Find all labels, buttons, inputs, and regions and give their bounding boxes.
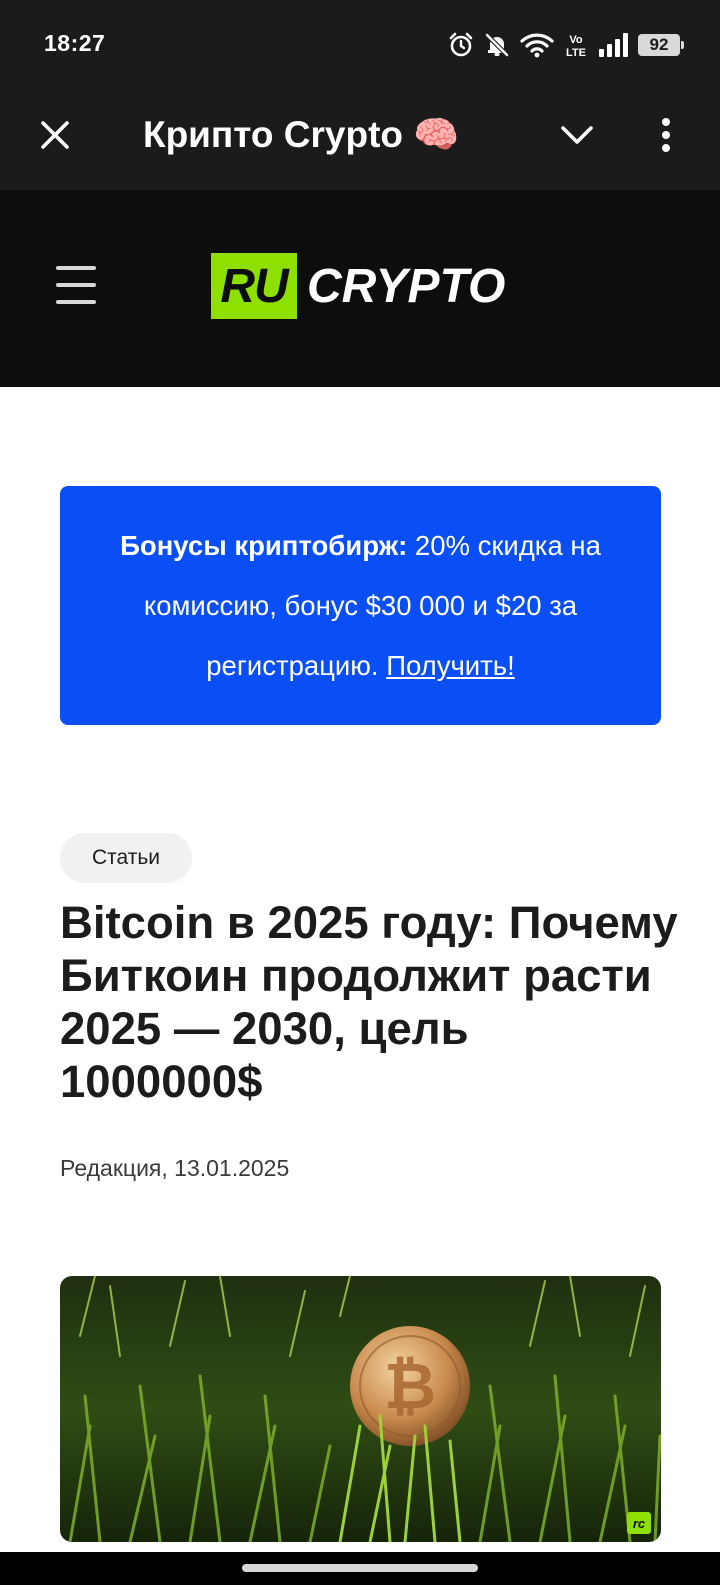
svg-text:₿: ₿ [384,1350,436,1422]
close-icon [41,121,69,149]
article-meta: Редакция, 13.01.2025 [60,1155,290,1181]
volte-icon: Vo LTE [566,34,586,59]
rc-badge: rc [627,1512,651,1534]
custom-tab-toolbar: Крипто Crypto 🧠 [0,90,720,190]
system-nav-bar [0,1552,720,1585]
home-indicator[interactable] [242,1564,478,1572]
chevron-down-icon [561,126,593,144]
promo-banner: Бонусы криптобирж: 20% скидка на комисси… [60,486,661,725]
alarm-icon [449,32,473,57]
site-logo[interactable]: RU CRYPTO [211,253,505,319]
promo-link[interactable]: Получить! [386,650,515,681]
article-title: Bitcoin в 2025 году: Почему Биткоин прод… [60,897,678,1107]
article-hero-image: ₿ rc [60,1276,661,1542]
battery-icon: 92 [638,34,684,56]
signal-icon [599,33,628,57]
site-header: RU CRYPTO [0,190,720,387]
svg-text:Vo: Vo [569,34,583,46]
hamburger-icon[interactable] [56,266,96,304]
notifications-off-icon [485,33,509,57]
promo-bold-text: Бонусы криптобирж: [120,530,408,561]
close-tab-button[interactable] [30,110,80,160]
tab-title: Крипто Crypto 🧠 [143,114,460,155]
logo-ru: RU [211,253,297,319]
status-time: 18:27 [44,30,106,56]
wifi-icon [520,33,554,58]
more-vertical-icon [662,118,670,152]
svg-text:LTE: LTE [566,47,586,59]
status-bar: 18:27 Vo LTE 92 [0,0,720,90]
grass-bitcoin-photo: ₿ [60,1276,661,1542]
collapse-button[interactable] [552,112,602,158]
status-icons: Vo LTE 92 [448,28,684,62]
logo-crypto: CRYPTO [307,259,506,313]
category-tag[interactable]: Статьи [60,833,192,883]
more-options-button[interactable] [648,110,684,160]
